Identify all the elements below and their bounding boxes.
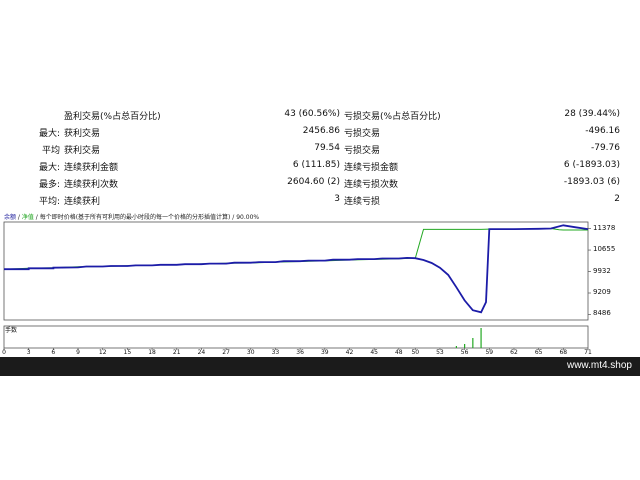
report-statistics-table: 盈利交易(%占总百分比) 43 (60.56%) 亏损交易(%占总百分比) 28… <box>0 106 640 210</box>
x-tick-label: 24 <box>197 349 206 356</box>
stats-label-prefix: 最大: <box>38 163 60 173</box>
x-tick-label: 27 <box>222 349 230 356</box>
legend-balance: 余额 <box>4 214 17 221</box>
x-tick-label: 65 <box>534 349 543 356</box>
stats-value: 2456.86 <box>302 126 340 136</box>
x-tick-label: 50 <box>411 349 420 356</box>
blank-bottom-area <box>0 376 640 480</box>
x-tick-label: 18 <box>148 349 156 356</box>
stats-value: 6 (111.85) <box>292 160 340 170</box>
stats-label-right: 连续亏损金额 <box>344 163 399 173</box>
stats-row: 平均: 连续获利 3 连续亏损 2 <box>0 191 640 208</box>
x-tick-label: 36 <box>296 349 304 356</box>
y-tick-label: 11378 <box>593 223 616 232</box>
x-tick-label: 30 <box>246 349 255 356</box>
stats-label-prefix: 平均: <box>38 197 60 207</box>
x-tick-label: 39 <box>320 349 329 356</box>
stats-value: 43 (60.56%) <box>284 109 340 119</box>
footer-bar: www.mt4.shop <box>0 357 640 376</box>
stats-label: 连续获利金额 <box>64 163 119 173</box>
x-tick-label: 56 <box>460 349 469 356</box>
stats-value-right: 6 (-1893.03) <box>563 160 620 170</box>
stats-label: 获利交易 <box>64 129 101 139</box>
x-tick-label: 68 <box>559 349 568 356</box>
stats-row: 最大: 获利交易 2456.86 亏损交易 -496.16 <box>0 123 640 140</box>
stats-label: 盈利交易(%占总百分比) <box>64 112 161 122</box>
x-tick-label: 3 <box>26 349 31 356</box>
x-tick-label: 21 <box>172 349 181 356</box>
stats-label-right: 亏损交易 <box>344 146 381 156</box>
stats-value-right: -79.76 <box>590 143 620 153</box>
chart-frame <box>3 221 589 349</box>
stats-label-prefix: 平均 <box>41 146 60 156</box>
stats-row: 盈利交易(%占总百分比) 43 (60.56%) 亏损交易(%占总百分比) 28… <box>0 106 640 123</box>
stats-label-prefix: 最大: <box>38 129 60 139</box>
stats-value-right: 28 (39.44%) <box>564 109 620 119</box>
stats-value-right: 2 <box>614 194 620 204</box>
legend-description: 每个即时价格(基于所有可利用的最小时段的每一个价格的分形插值计算) / 90.0… <box>39 214 260 221</box>
x-tick-label: 15 <box>123 349 132 356</box>
x-tick-label: 62 <box>510 349 518 356</box>
stats-row: 最大: 连续获利金额 6 (111.85) 连续亏损金额 6 (-1893.03… <box>0 157 640 174</box>
stats-label: 连续获利 <box>64 197 101 207</box>
x-tick-label: 48 <box>394 349 403 356</box>
stats-value: 3 <box>334 194 340 204</box>
x-tick-label: 53 <box>436 349 444 356</box>
volume-axis-label: 手数 <box>5 327 18 334</box>
main-plot-border <box>3 221 589 321</box>
x-tick-label: 9 <box>76 349 80 356</box>
blank-top-area <box>0 0 640 106</box>
y-tick-label: 8486 <box>593 309 611 318</box>
volume-plot-border <box>3 325 589 349</box>
stats-label-right: 连续亏损次数 <box>344 180 399 190</box>
stats-value: 2604.60 (2) <box>287 177 340 187</box>
x-tick-label: 12 <box>98 349 107 356</box>
stats-row: 最多: 连续获利次数 2604.60 (2) 连续亏损次数 -1893.03 (… <box>0 174 640 191</box>
y-tick-label: 9932 <box>593 266 611 275</box>
stats-value-right: -1893.03 (6) <box>563 177 620 187</box>
chart-legend: 余额 / 净值 / 每个即时价格(基于所有可利用的最小时段的每一个价格的分形插值… <box>4 212 259 221</box>
stats-label-right: 连续亏损 <box>344 197 381 207</box>
stats-label: 连续获利次数 <box>64 180 119 190</box>
y-tick-label: 10655 <box>593 245 616 254</box>
stats-value: 79.54 <box>314 143 340 153</box>
legend-equity: 净值 <box>21 214 34 221</box>
x-tick-label: 71 <box>584 349 592 356</box>
stats-label: 获利交易 <box>64 146 101 156</box>
stats-label-prefix: 最多: <box>38 180 60 190</box>
stats-label-right: 亏损交易(%占总百分比) <box>344 112 441 122</box>
x-tick-label: 33 <box>271 349 280 356</box>
x-tick-label: 45 <box>370 349 378 356</box>
stats-label-right: 亏损交易 <box>344 129 381 139</box>
y-tick-label: 9209 <box>593 288 611 296</box>
x-tick-label: 59 <box>485 349 494 356</box>
stats-value-right: -496.16 <box>585 126 620 136</box>
stats-row: 平均 获利交易 79.54 亏损交易 -79.76 <box>0 140 640 157</box>
x-tick-label: 42 <box>345 349 354 356</box>
watermark-text: www.mt4.shop <box>566 360 632 371</box>
chart-canvas <box>3 221 591 350</box>
x-tick-label: 0 <box>2 349 6 356</box>
x-tick-label: 6 <box>51 349 56 356</box>
balance-chart: 余额 / 净值 / 每个即时价格(基于所有可利用的最小时段的每一个价格的分形插值… <box>0 210 640 357</box>
